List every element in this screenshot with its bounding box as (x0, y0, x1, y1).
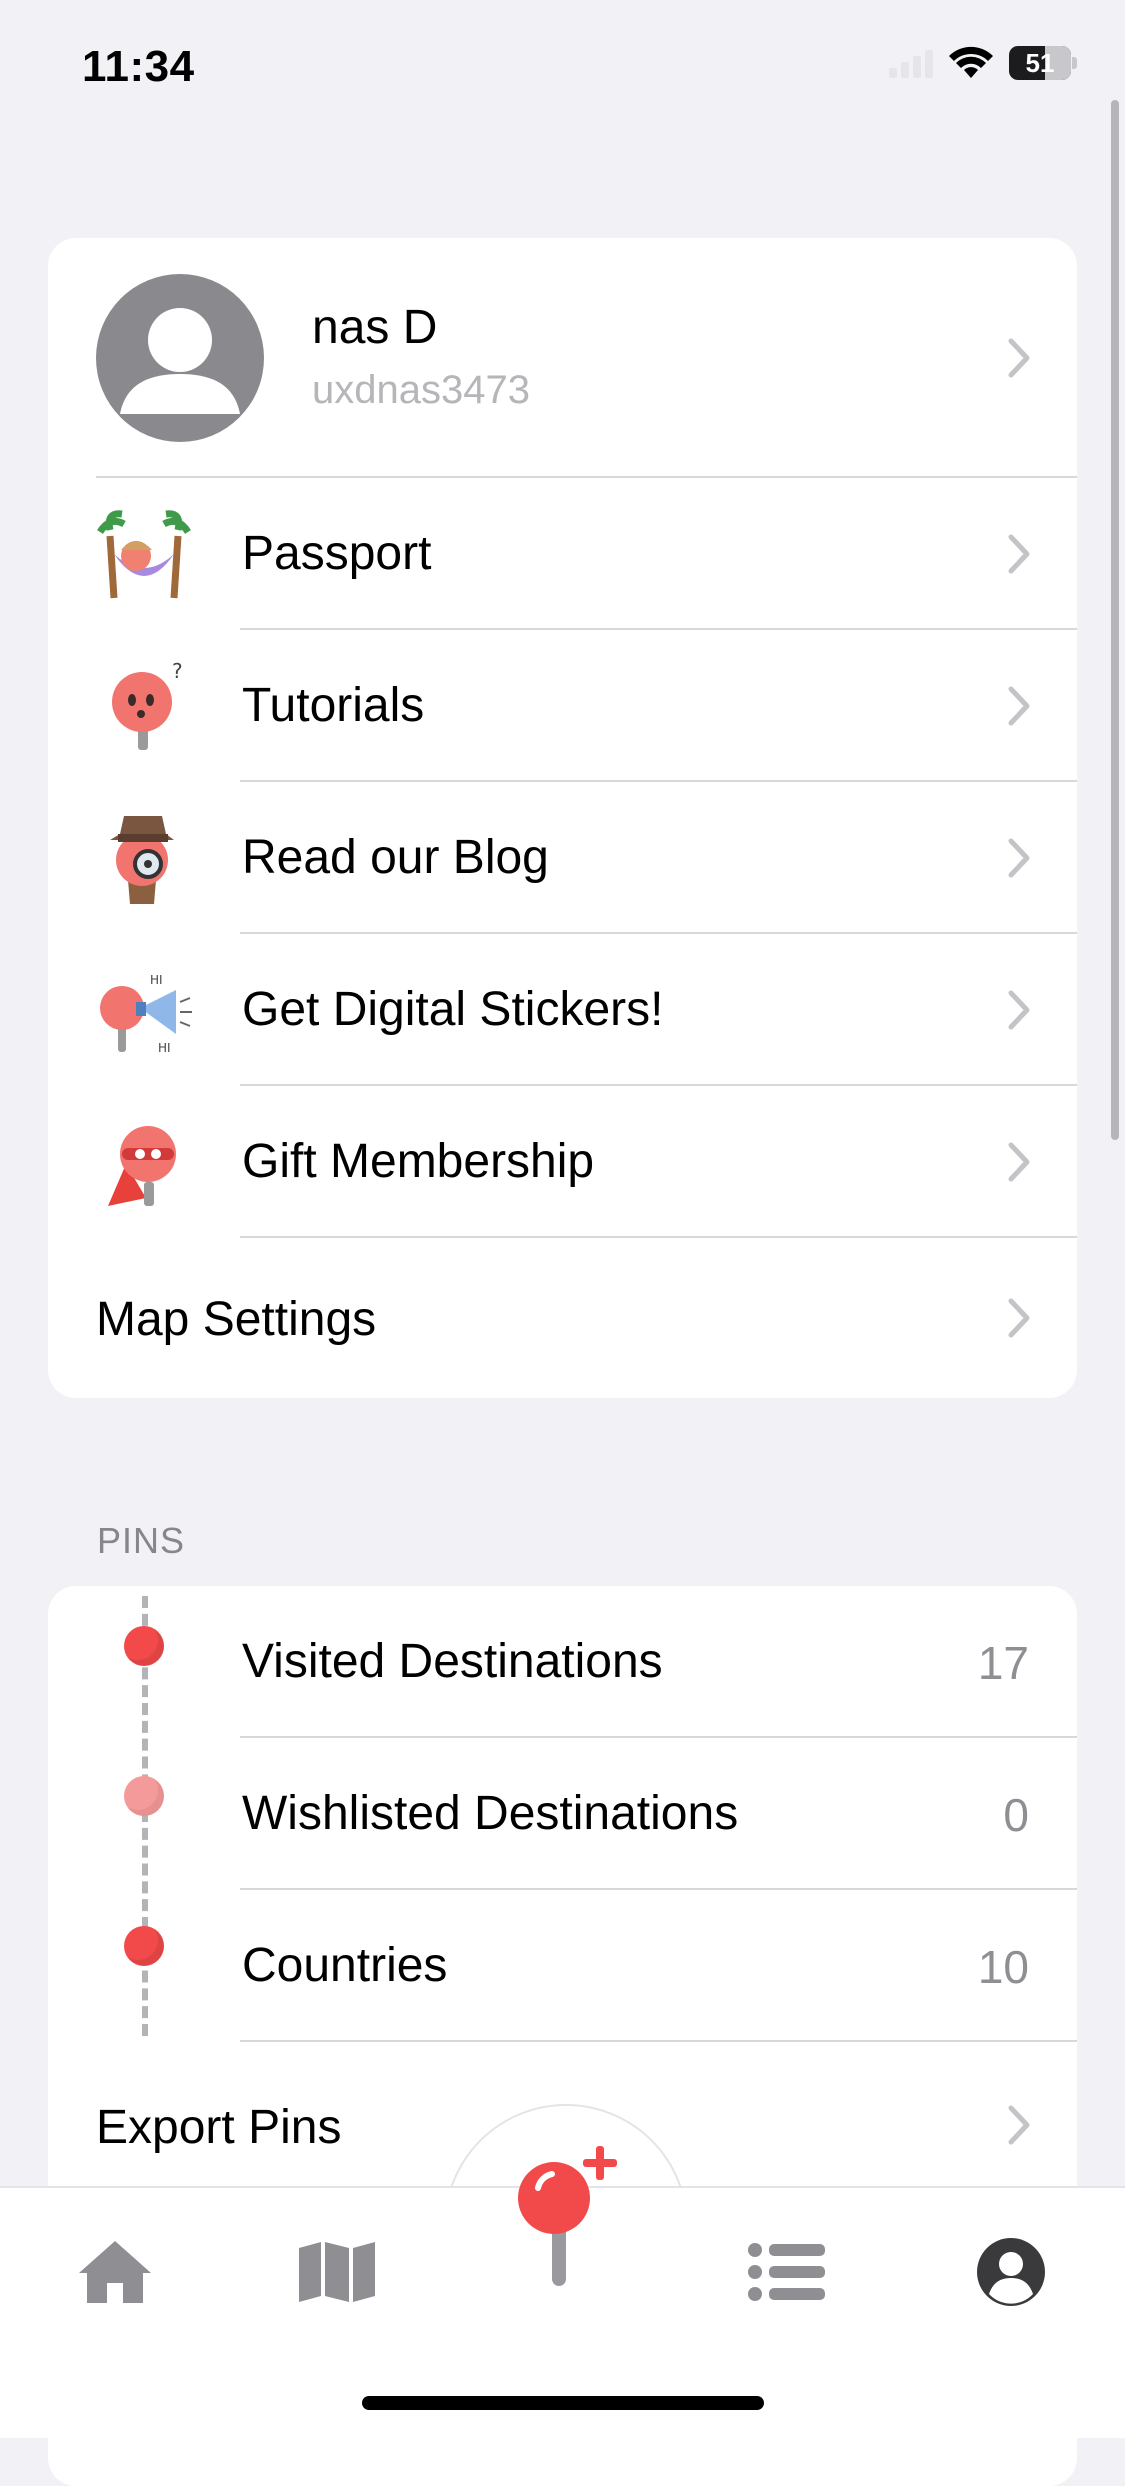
chevron-right-icon (1008, 338, 1030, 378)
wishlist-pin-icon (124, 1776, 164, 1816)
map-icon (299, 2242, 375, 2302)
menu-item-label: Get Digital Stickers! (242, 983, 664, 1036)
menu-item-label: Passport (242, 527, 432, 580)
profile-row[interactable]: nas D uxdnas3473 (48, 238, 1077, 478)
menu-item-label: Gift Membership (242, 1135, 595, 1188)
status-bar: 11:34 51 (0, 0, 1125, 140)
avatar (96, 274, 264, 442)
menu-item-label: Tutorials (242, 679, 425, 732)
svg-text:HI: HI (158, 1041, 171, 1055)
pins-item-label: Visited Destinations (242, 1635, 663, 1688)
status-icons: 51 (889, 46, 1077, 80)
scroll-indicator (1111, 100, 1119, 1140)
confused-pin-sticker-icon: ? (112, 659, 183, 750)
chevron-right-icon (1008, 534, 1030, 574)
profile-menu-card: nas D uxdnas3473 Passport ? Tutorials Re… (48, 238, 1077, 1398)
pins-row-wishlisted[interactable]: Wishlisted Destinations 0 (48, 1738, 1077, 1889)
tab-profile[interactable] (956, 2222, 1066, 2322)
home-icon (79, 2241, 151, 2303)
tab-home[interactable] (60, 2222, 170, 2322)
superhero-pin-sticker-icon (108, 1126, 176, 1206)
tab-map[interactable] (282, 2222, 392, 2322)
map-settings-row[interactable]: Map Settings (48, 1238, 1077, 1398)
megaphone-pin-sticker-icon: HI HI (100, 973, 192, 1055)
menu-item-tutorials[interactable]: ? Tutorials (48, 630, 1077, 781)
hammock-sticker-icon (97, 510, 191, 599)
export-pins-label: Export Pins (96, 2101, 342, 2154)
pins-item-label: Countries (242, 1939, 448, 1992)
detective-pin-sticker-icon (110, 816, 174, 904)
map-settings-label: Map Settings (96, 1293, 377, 1346)
chevron-right-icon (1008, 1298, 1030, 1338)
tab-add-pin[interactable] (508, 2136, 618, 2296)
svg-text:?: ? (172, 659, 183, 683)
home-indicator (362, 2396, 764, 2410)
profile-name: nas D (312, 301, 438, 354)
chevron-right-icon (1008, 990, 1030, 1030)
pins-row-countries[interactable]: Countries 10 (48, 1890, 1077, 2041)
pins-item-count: 0 (1003, 1789, 1029, 1841)
avatar-placeholder-icon (120, 308, 240, 414)
chevron-right-icon (1008, 2105, 1030, 2145)
menu-item-label: Read our Blog (242, 831, 549, 884)
menu-item-digital-stickers[interactable]: HI HI Get Digital Stickers! (48, 934, 1077, 1085)
profile-username: uxdnas3473 (312, 368, 530, 412)
menu-item-blog[interactable]: Read our Blog (48, 782, 1077, 933)
tab-list[interactable] (732, 2222, 842, 2322)
add-pin-icon (518, 2146, 617, 2286)
chevron-right-icon (1008, 838, 1030, 878)
chevron-right-icon (1008, 686, 1030, 726)
svg-text:HI: HI (150, 973, 163, 987)
country-pin-icon (124, 1926, 164, 1966)
pins-item-label: Wishlisted Destinations (242, 1787, 739, 1840)
battery-icon: 51 (1009, 46, 1077, 80)
chevron-right-icon (1008, 1142, 1030, 1182)
visited-pin-icon (124, 1626, 164, 1666)
list-icon (748, 2243, 825, 2301)
menu-item-gift-membership[interactable]: Gift Membership (48, 1086, 1077, 1237)
status-time: 11:34 (82, 42, 195, 91)
pins-item-count: 17 (977, 1637, 1029, 1689)
profile-icon (977, 2238, 1045, 2306)
pins-item-count: 10 (977, 1941, 1029, 1993)
signal-icon (889, 50, 933, 78)
menu-item-passport[interactable]: Passport (48, 478, 1077, 629)
pins-row-visited[interactable]: Visited Destinations 17 (48, 1586, 1077, 1737)
section-header-pins: PINS (97, 1520, 186, 1561)
battery-level: 51 (1025, 48, 1055, 78)
wifi-icon (949, 46, 993, 78)
